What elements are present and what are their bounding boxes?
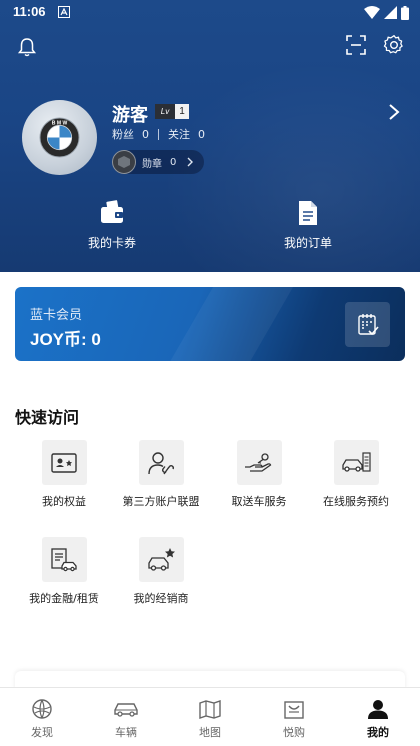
my-dealer-button[interactable]: 我的经销商 xyxy=(112,537,210,607)
follow-stats: 粉丝 0 关注 0 xyxy=(112,126,205,142)
online-appointment-label: 在线服务预约 xyxy=(323,495,389,508)
my-orders-button[interactable]: 我的订单 xyxy=(238,200,378,260)
third-party-accounts-button[interactable]: 第三方账户联盟 xyxy=(112,440,210,510)
membership-calendar-button[interactable] xyxy=(345,302,390,347)
level-badge[interactable]: Lv 1 xyxy=(155,104,189,119)
my-coupons-button[interactable]: 我的卡券 xyxy=(42,200,182,260)
my-benefits-icon-box xyxy=(41,440,87,485)
quick-access-title: 快速访问 xyxy=(15,408,80,427)
joy-label: JOY币: xyxy=(30,330,87,349)
tab-shop-label: 悦购 xyxy=(283,726,305,739)
signal-icon xyxy=(384,6,397,19)
notification-a-icon xyxy=(58,6,70,18)
bmw-logo-icon: B M W xyxy=(39,117,80,158)
my-dealer-icon-box xyxy=(138,537,184,582)
my-dealer-label: 我的经销商 xyxy=(133,592,189,605)
tab-map[interactable]: 地图 xyxy=(168,698,252,740)
medal-pill[interactable]: 勋章 0 xyxy=(112,150,205,174)
dealer-star-icon xyxy=(148,547,175,571)
stats-divider xyxy=(158,128,159,140)
tab-profile[interactable]: 我的 xyxy=(336,698,420,740)
quick-links: 我的卡券 我的订单 xyxy=(0,200,420,260)
my-orders-label: 我的订单 xyxy=(283,236,332,250)
medal-icon xyxy=(112,150,136,174)
tab-discover[interactable]: 发现 xyxy=(0,698,84,740)
finance-leasing-label: 我的金融/租赁 xyxy=(29,592,99,605)
pickup-delivery-icon-box xyxy=(236,440,282,485)
map-icon xyxy=(199,700,221,719)
my-benefits-button[interactable]: 我的权益 xyxy=(15,440,113,510)
account-link-icon xyxy=(148,451,174,474)
my-coupons-label: 我的卡券 xyxy=(87,236,136,250)
medal-label: 勋章 xyxy=(142,158,162,170)
membership-title: 蓝卡会员 xyxy=(30,308,83,323)
following-label[interactable]: 关注 xyxy=(168,126,190,142)
wallet-icon xyxy=(101,200,123,223)
key-handover-icon xyxy=(245,452,272,472)
scan-icon[interactable] xyxy=(345,34,367,56)
level-number: 1 xyxy=(175,104,189,119)
finance-icon xyxy=(51,547,77,571)
profile-header: 11:06 B M W 游客 Lv 1 粉丝 0 关注 0 勋章 0 我的卡券 … xyxy=(0,0,420,272)
wifi-icon xyxy=(364,6,380,19)
third-party-icon-box xyxy=(138,440,184,485)
notification-bell-icon[interactable] xyxy=(16,36,38,58)
fans-count[interactable]: 0 xyxy=(142,128,149,141)
tab-vehicle[interactable]: 车辆 xyxy=(84,698,168,740)
svg-text:B M W: B M W xyxy=(52,120,68,126)
joy-value: 0 xyxy=(91,330,101,349)
tab-shop[interactable]: 悦购 xyxy=(252,698,336,740)
username[interactable]: 游客 xyxy=(112,101,148,127)
shopping-bag-icon xyxy=(284,701,304,719)
car-icon xyxy=(114,703,138,717)
status-time: 11:06 xyxy=(13,4,46,19)
online-appointment-button[interactable]: 在线服务预约 xyxy=(307,440,405,510)
battery-icon xyxy=(401,6,409,20)
finance-icon-box xyxy=(41,537,87,582)
tab-map-label: 地图 xyxy=(199,726,221,739)
following-count[interactable]: 0 xyxy=(198,128,205,141)
pickup-delivery-button[interactable]: 取送车服务 xyxy=(210,440,308,510)
status-bar: 11:06 xyxy=(0,0,420,26)
avatar[interactable]: B M W xyxy=(22,100,97,175)
profile-chevron-right-icon[interactable] xyxy=(386,102,402,122)
id-card-icon xyxy=(51,452,77,473)
bottom-tab-bar: 发现 车辆 地图 悦购 我的 xyxy=(0,687,420,746)
settings-gear-icon[interactable] xyxy=(383,34,405,56)
third-party-label: 第三方账户联盟 xyxy=(122,495,200,508)
membership-card[interactable]: 蓝卡会员 JOY币: 0 xyxy=(15,287,405,361)
joy-coins: JOY币: 0 xyxy=(30,325,101,350)
medal-count: 0 xyxy=(170,156,177,168)
discover-icon xyxy=(32,699,52,719)
profile-icon xyxy=(368,700,388,719)
level-label: Lv xyxy=(155,104,175,119)
fans-label[interactable]: 粉丝 xyxy=(112,126,134,142)
medal-chevron-icon xyxy=(187,157,194,167)
tab-discover-label: 发现 xyxy=(31,726,53,739)
my-benefits-label: 我的权益 xyxy=(42,495,86,508)
online-appointment-icon-box xyxy=(333,440,379,485)
tab-vehicle-label: 车辆 xyxy=(115,726,137,739)
finance-leasing-button[interactable]: 我的金融/租赁 xyxy=(15,537,113,607)
car-appointment-icon xyxy=(342,451,371,472)
document-icon xyxy=(299,201,317,225)
calendar-check-icon xyxy=(357,313,379,335)
tab-profile-label: 我的 xyxy=(367,726,389,739)
pickup-delivery-label: 取送车服务 xyxy=(231,495,287,508)
